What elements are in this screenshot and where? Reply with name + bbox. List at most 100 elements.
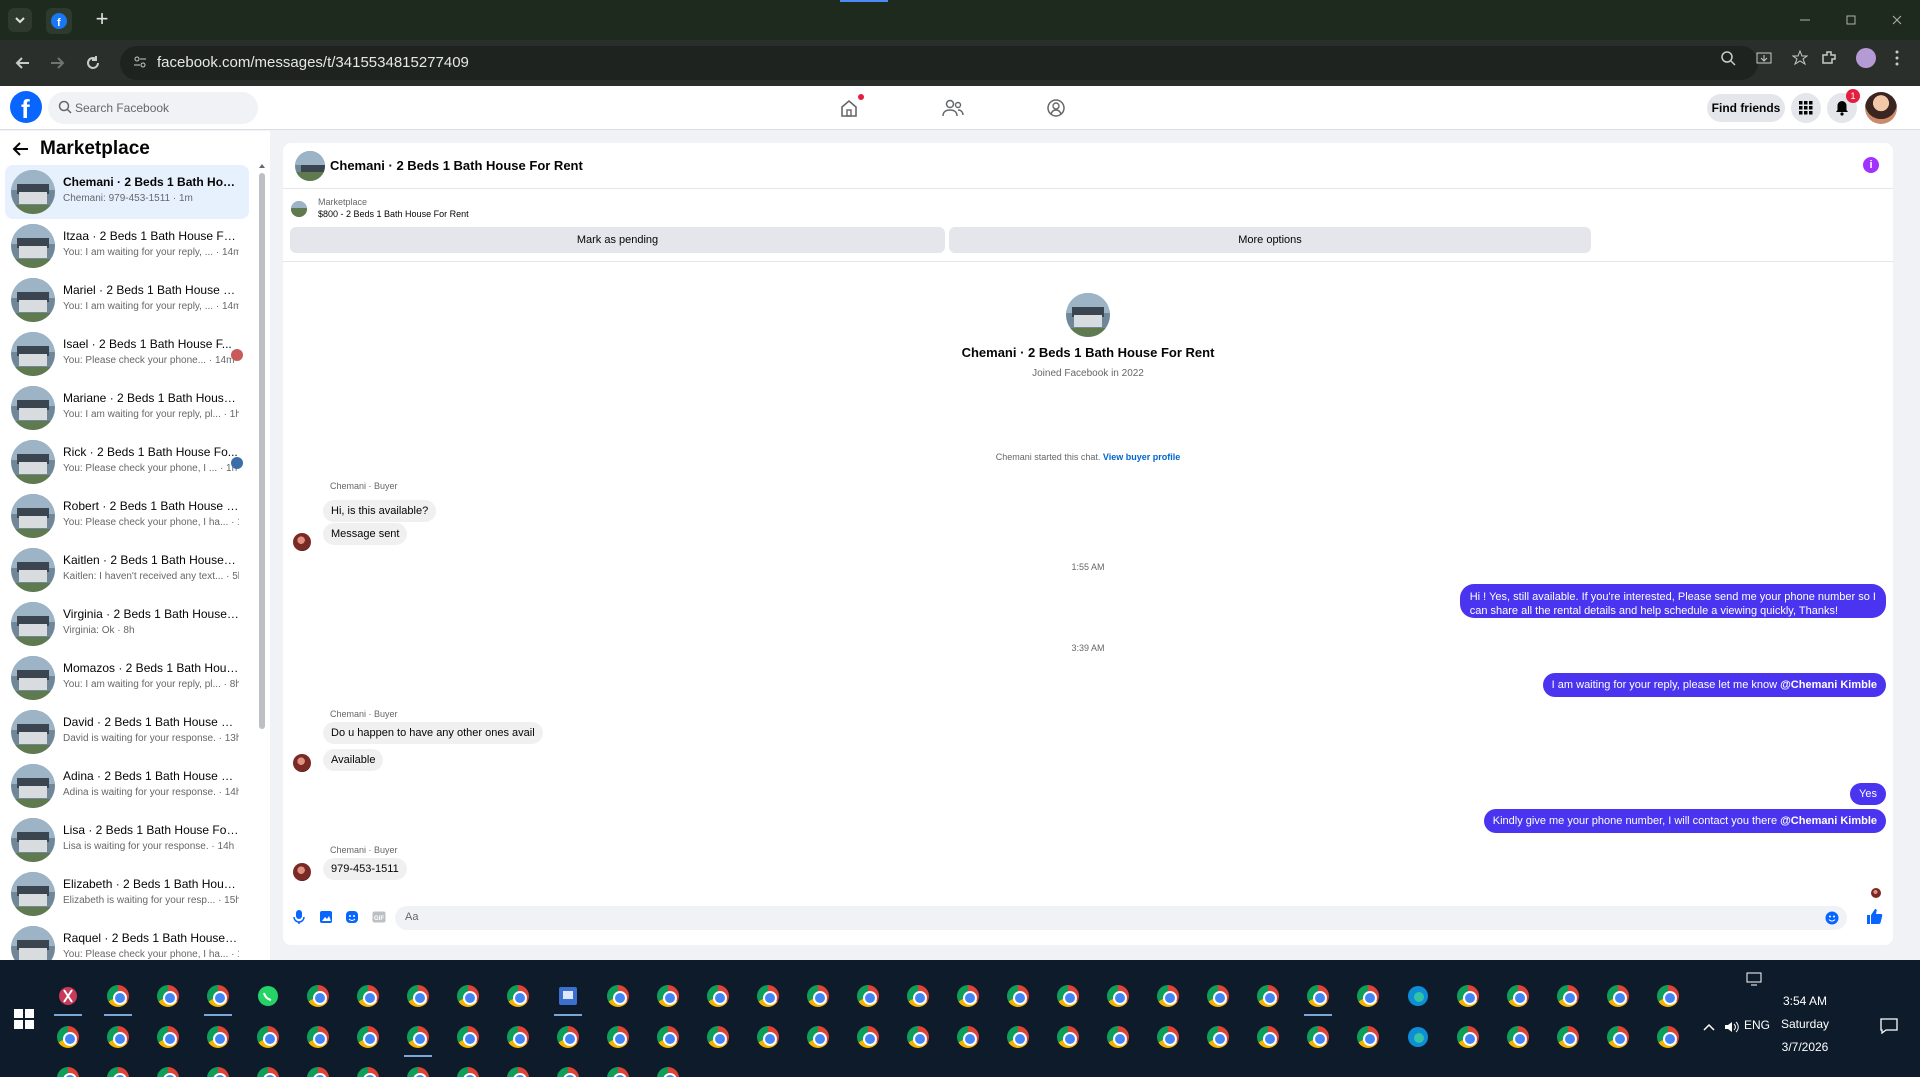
taskbar-chrome-icon[interactable] [300, 978, 336, 1014]
taskbar-chrome-icon[interactable] [300, 1060, 336, 1077]
taskbar-chrome-icon[interactable] [450, 978, 486, 1014]
taskbar-chrome-icon[interactable] [1050, 978, 1086, 1014]
taskbar-chrome-icon[interactable] [1550, 978, 1586, 1014]
incoming-message[interactable]: Available [323, 749, 384, 771]
zoom-icon[interactable] [1718, 48, 1738, 68]
incoming-message[interactable]: Hi, is this available? [323, 500, 437, 522]
taskbar-chrome-icon[interactable] [50, 1060, 86, 1077]
taskbar-chrome-icon[interactable] [800, 1019, 836, 1055]
taskbar-chrome-icon[interactable] [500, 1060, 536, 1077]
sticker-icon[interactable] [344, 909, 360, 925]
mark-as-pending-button[interactable]: Mark as pending [290, 227, 945, 253]
taskbar-chrome-icon[interactable] [1450, 1019, 1486, 1055]
taskbar-chrome-icon[interactable] [1300, 978, 1336, 1016]
taskbar-edge-icon[interactable] [1400, 1019, 1436, 1055]
minimize-window-button[interactable] [1782, 0, 1828, 40]
menu-button[interactable] [1791, 93, 1821, 123]
conversation-item[interactable]: Raquel · 2 Beds 1 Bath House F... You: Pl… [5, 921, 249, 960]
notifications-button[interactable]: 1 [1827, 89, 1860, 123]
conversation-info-icon[interactable]: i [1863, 157, 1879, 173]
action-center-icon[interactable] [1880, 1018, 1898, 1034]
facebook-logo-icon[interactable]: f [10, 91, 42, 123]
taskbar-chrome-icon[interactable] [800, 978, 836, 1014]
taskbar-chrome-icon[interactable] [350, 1019, 386, 1055]
more-options-button[interactable]: More options [949, 227, 1591, 253]
taskbar-chrome-icon[interactable] [100, 978, 136, 1016]
taskbar-chrome-icon[interactable] [700, 978, 736, 1014]
taskbar-chrome-icon[interactable] [300, 1019, 336, 1055]
taskbar-chrome-icon[interactable] [500, 978, 536, 1014]
restore-window-button[interactable] [1828, 0, 1874, 40]
bookmark-star-icon[interactable] [1790, 48, 1810, 68]
taskbar-chrome-icon[interactable] [1650, 978, 1686, 1014]
emoji-icon[interactable] [1825, 911, 1839, 925]
conversation-item[interactable]: Itzaa · 2 Beds 1 Bath House For ... You: … [5, 219, 249, 273]
taskbar-chrome-icon[interactable] [550, 1019, 586, 1055]
install-app-icon[interactable] [1754, 48, 1774, 68]
taskbar-chrome-icon[interactable] [500, 1019, 536, 1055]
taskbar-chrome-icon[interactable] [700, 1019, 736, 1055]
chat-title[interactable]: Chemani · 2 Beds 1 Bath House For Rent [330, 158, 583, 173]
conversation-item[interactable]: Elizabeth · 2 Beds 1 Bath House ... Eliza… [5, 867, 249, 921]
taskbar-chrome-icon[interactable] [1650, 1019, 1686, 1055]
taskbar-whatsapp-icon[interactable] [250, 978, 286, 1014]
taskbar-chrome-icon[interactable] [1200, 1019, 1236, 1055]
mention-link[interactable]: @Chemani Kimble [1780, 815, 1877, 827]
taskbar-chrome-icon[interactable] [650, 978, 686, 1014]
taskbar-chrome-icon[interactable] [450, 1060, 486, 1077]
taskbar-chrome-icon[interactable] [850, 1019, 886, 1055]
page-scrollbar[interactable] [1905, 131, 1920, 960]
taskbar-clock[interactable]: 3:54 AM Saturday 3/7/2026 [1760, 990, 1850, 1059]
conversation-item[interactable]: Mariane · 2 Beds 1 Bath House ... You: I … [5, 381, 249, 435]
taskbar-chrome-icon[interactable] [850, 978, 886, 1014]
taskbar-chrome-icon[interactable] [350, 978, 386, 1014]
buyer-avatar[interactable] [293, 754, 311, 772]
taskbar-edge-icon[interactable] [1400, 978, 1436, 1014]
attach-photo-icon[interactable] [318, 909, 334, 925]
windows-start-button[interactable] [14, 1009, 34, 1029]
taskbar-chrome-icon[interactable] [750, 978, 786, 1014]
view-buyer-profile-link[interactable]: View buyer profile [1103, 452, 1180, 462]
taskbar-chrome-icon[interactable] [1100, 978, 1136, 1014]
listing-thumbnail[interactable] [295, 151, 325, 181]
find-friends-button[interactable]: Find friends [1707, 94, 1785, 122]
buyer-avatar[interactable] [293, 533, 311, 551]
taskbar-chrome-icon[interactable] [1150, 1019, 1186, 1055]
groups-nav-button[interactable] [1043, 96, 1069, 120]
taskbar-chrome-icon[interactable] [750, 1019, 786, 1055]
taskbar-chrome-icon[interactable] [1250, 978, 1286, 1014]
conversation-item[interactable]: Momazos · 2 Beds 1 Bath Hous... You: I am… [5, 651, 249, 705]
voice-clip-icon[interactable] [291, 909, 307, 925]
taskbar-chrome-icon[interactable] [200, 1060, 236, 1077]
browser-profile-avatar[interactable] [1856, 48, 1876, 68]
facebook-search-input[interactable]: Search Facebook [48, 92, 258, 124]
taskbar-chrome-icon[interactable] [1350, 978, 1386, 1014]
taskbar-chrome-icon[interactable] [1250, 1019, 1286, 1055]
taskbar-chrome-icon[interactable] [1200, 978, 1236, 1014]
taskbar-chrome-icon[interactable] [1500, 1019, 1536, 1055]
taskbar-chrome-icon[interactable] [50, 1019, 86, 1055]
tab-search-button[interactable] [8, 8, 32, 32]
taskbar-chrome-icon[interactable] [400, 1060, 436, 1077]
facebook-tab[interactable]: f [46, 8, 72, 34]
taskbar-chrome-icon[interactable] [100, 1060, 136, 1077]
taskbar-chrome-icon[interactable] [400, 978, 436, 1014]
conversation-item[interactable]: David · 2 Beds 1 Bath House For... David … [5, 705, 249, 759]
taskbar-chrome-icon[interactable] [1000, 1019, 1036, 1055]
outgoing-message[interactable]: Hi ! Yes, still available. If you're int… [1459, 584, 1886, 618]
conversation-item[interactable]: Chemani · 2 Beds 1 Bath House ... Chemani… [5, 165, 249, 219]
incoming-message[interactable]: Do u happen to have any other ones avail [323, 722, 543, 744]
taskbar-chrome-icon[interactable] [400, 1019, 436, 1057]
taskbar-snipping-icon[interactable] [50, 978, 86, 1016]
address-bar[interactable]: facebook.com/messages/t/3415534815277409 [120, 46, 1758, 80]
mention-link[interactable]: @Chemani Kimble [1780, 679, 1877, 691]
extensions-icon[interactable] [1820, 49, 1838, 67]
taskbar-chrome-icon[interactable] [200, 978, 236, 1016]
forward-button[interactable] [44, 50, 70, 76]
taskbar-chrome-icon[interactable] [350, 1060, 386, 1077]
taskbar-chrome-icon[interactable] [900, 1019, 936, 1055]
reload-button[interactable] [80, 50, 106, 76]
taskbar-app-icon[interactable] [550, 978, 586, 1016]
taskbar-chrome-icon[interactable] [1600, 978, 1636, 1014]
friends-nav-button[interactable] [940, 96, 966, 120]
